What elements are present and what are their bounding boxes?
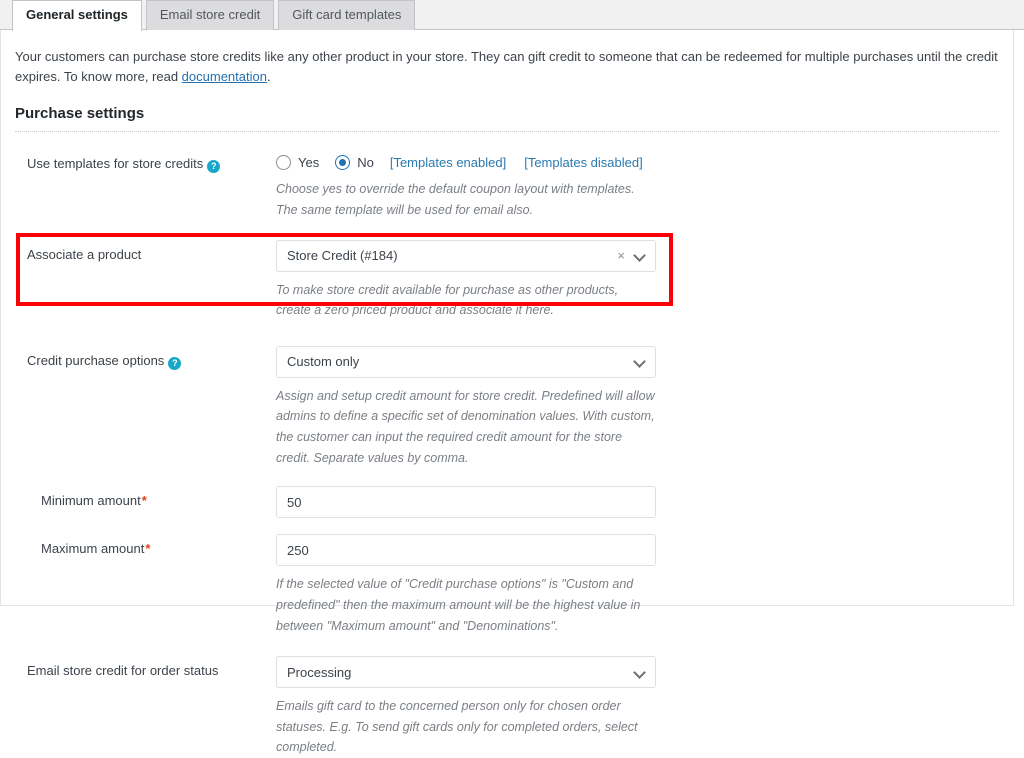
- row-associate-product: Associate a product Store Credit (#184) …: [15, 221, 999, 321]
- radio-use-templates-no-label[interactable]: No: [357, 155, 374, 170]
- purchase-settings-heading: Purchase settings: [15, 105, 145, 123]
- row-email-order-status: Email store credit for order status Proc…: [15, 636, 999, 758]
- associate-product-description: To make store credit available for purch…: [276, 282, 619, 318]
- use-templates-field: Yes No [Templates enabled] [Templates di…: [276, 149, 999, 220]
- maximum-amount-value: 250: [287, 542, 309, 558]
- maximum-amount-description: If the selected value of "Credit purchas…: [276, 577, 641, 633]
- help-icon[interactable]: ?: [168, 356, 182, 370]
- credit-purchase-options-label-wrap: Credit purchase options?: [15, 346, 276, 370]
- templates-disabled-link[interactable]: [Templates disabled]: [524, 155, 643, 170]
- use-templates-label-wrap: Use templates for store credits?: [15, 149, 276, 174]
- email-order-status-label: Email store credit for order status: [27, 663, 219, 679]
- minimum-amount-label-wrap: Minimum amount*: [15, 486, 276, 509]
- tab-gift-card-templates[interactable]: Gift card templates: [278, 0, 416, 30]
- email-order-status-field: Processing Emails gift card to the conce…: [276, 656, 999, 758]
- templates-enabled-link[interactable]: [Templates enabled]: [390, 155, 506, 170]
- credit-purchase-options-select[interactable]: Custom only: [276, 345, 656, 378]
- row-minimum-amount: Minimum amount* 50: [15, 468, 999, 519]
- close-icon[interactable]: ×: [617, 249, 625, 262]
- maximum-amount-label-wrap: Maximum amount*: [15, 534, 276, 557]
- required-marker: *: [141, 493, 147, 509]
- minimum-amount-value: 50: [287, 494, 302, 510]
- associate-product-select[interactable]: Store Credit (#184) ×: [276, 239, 656, 272]
- row-maximum-amount: Maximum amount* 250 If the selected valu…: [15, 518, 999, 636]
- tab-general-settings[interactable]: General settings: [12, 0, 142, 31]
- email-order-status-select[interactable]: Processing: [276, 656, 656, 689]
- intro-text-after: .: [266, 69, 271, 85]
- row-use-templates: Use templates for store credits? Yes No …: [15, 132, 999, 220]
- credit-purchase-options-field: Custom only Assign and setup credit amou…: [276, 345, 999, 469]
- documentation-link[interactable]: documentation: [182, 69, 267, 84]
- settings-tab-strip: General settings Email store credit Gift…: [0, 0, 1024, 31]
- email-order-status-value: Processing: [287, 664, 352, 680]
- chevron-down-icon[interactable]: [634, 667, 645, 678]
- credit-purchase-options-label: Credit purchase options: [27, 352, 165, 368]
- tab-general-settings-label: General settings: [26, 7, 128, 22]
- chevron-down-icon[interactable]: [634, 356, 645, 367]
- minimum-amount-field: 50: [276, 486, 999, 519]
- tab-email-store-credit[interactable]: Email store credit: [145, 0, 275, 30]
- use-templates-label: Use templates for store credits: [27, 156, 204, 172]
- chevron-down-icon[interactable]: [634, 250, 645, 261]
- minimum-amount-label: Minimum amount: [41, 493, 141, 509]
- maximum-amount-label: Maximum amount: [41, 541, 145, 557]
- radio-use-templates-yes[interactable]: [276, 154, 291, 170]
- row-credit-purchase-options: Credit purchase options? Custom only Ass…: [15, 321, 999, 469]
- maximum-amount-field: 250 If the selected value of "Credit pur…: [276, 534, 999, 636]
- intro-paragraph: Your customers can purchase store credit…: [15, 30, 999, 87]
- use-templates-description: Choose yes to override the default coupo…: [276, 182, 635, 217]
- tab-email-store-credit-label: Email store credit: [159, 7, 261, 22]
- credit-purchase-options-value: Custom only: [287, 354, 360, 370]
- intro-text-before: Your customers can purchase store credit…: [15, 49, 998, 85]
- use-templates-radio-group: Yes No [Templates enabled] [Templates di…: [276, 149, 999, 171]
- radio-use-templates-no[interactable]: [335, 154, 351, 170]
- associate-product-label: Associate a product: [27, 246, 142, 262]
- email-order-status-description: Emails gift card to the concerned person…: [276, 699, 638, 755]
- help-icon[interactable]: ?: [207, 160, 221, 174]
- required-marker: *: [145, 541, 151, 557]
- settings-panel: Your customers can purchase store credit…: [0, 30, 1014, 754]
- maximum-amount-input[interactable]: 250: [276, 534, 656, 567]
- tab-gift-card-templates-label: Gift card templates: [292, 7, 402, 22]
- associate-product-value: Store Credit (#184): [287, 248, 398, 264]
- minimum-amount-input[interactable]: 50: [276, 486, 656, 519]
- radio-use-templates-yes-label[interactable]: Yes: [298, 155, 319, 170]
- associate-product-field: Store Credit (#184) × To make store cred…: [276, 239, 999, 321]
- credit-purchase-options-description: Assign and setup credit amount for store…: [276, 388, 655, 465]
